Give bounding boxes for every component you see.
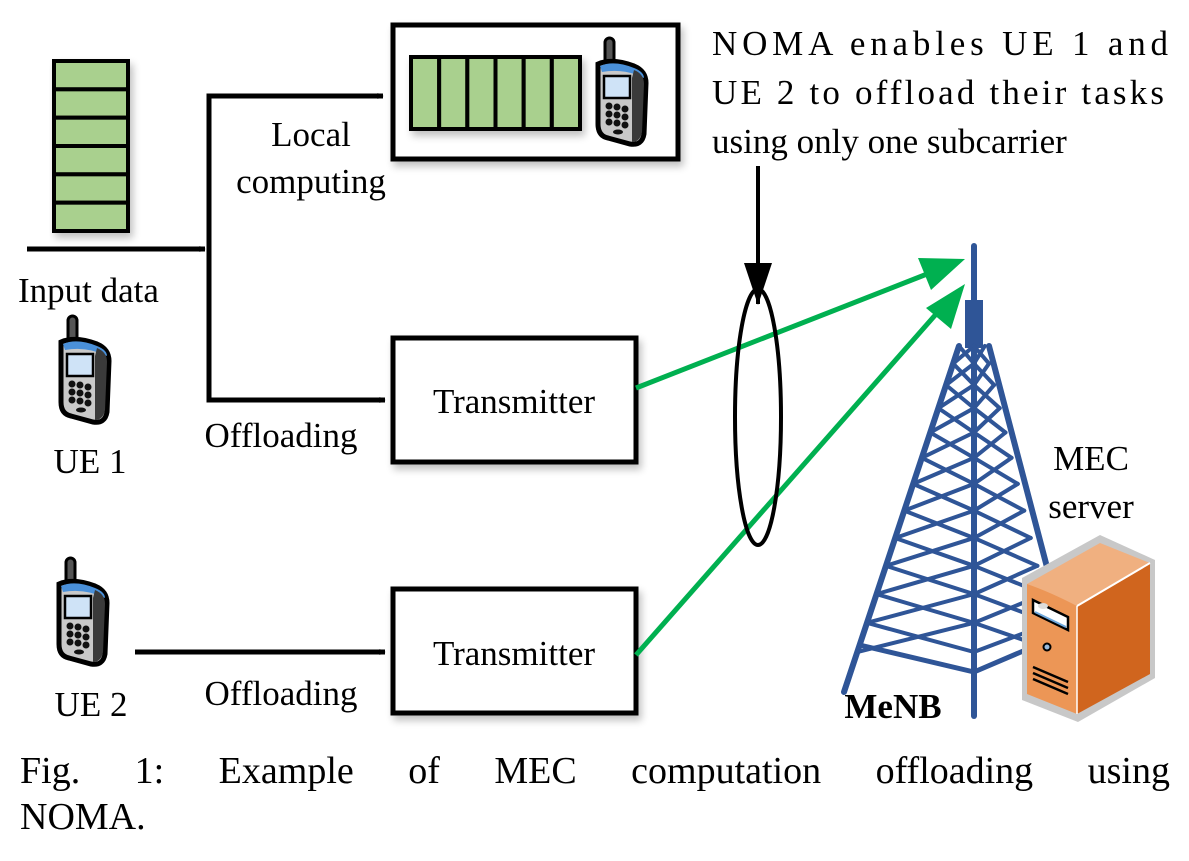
queue-block (549, 55, 582, 131)
noma-annotation-line1: NOMA enables UE 1 and (712, 24, 1169, 63)
caption-line1: Fig. 1: Example of MEC computation offlo… (20, 750, 1170, 792)
ue2-phone-icon (59, 558, 107, 664)
queue-block (493, 55, 526, 131)
queue-block (437, 55, 470, 131)
queue-block (52, 144, 130, 177)
queue-block (52, 200, 130, 234)
noma-subcarrier-ellipse (733, 287, 783, 547)
input-data-queue (52, 59, 130, 234)
noma-annotation-line2: UE 2 to offload their tasks (712, 73, 1164, 112)
tower-top-section (965, 300, 983, 348)
mec-server-icon (1022, 535, 1155, 722)
queue-block (52, 87, 130, 120)
offloading-ue2-label: Offloading (205, 674, 358, 713)
mec-server-label-line2: server (1048, 487, 1134, 526)
offloading-ue1-label: Offloading (205, 416, 358, 455)
input-data-label: Input data (18, 271, 159, 310)
local-task-queue (409, 55, 582, 131)
transmitter-1-label: Transmitter (433, 382, 595, 421)
queue-block (521, 55, 554, 131)
caption-line2: NOMA. (20, 796, 146, 838)
noma-link-ue1-arrowhead (918, 258, 965, 290)
queue-block (52, 172, 130, 205)
offloading-path-ue1 (206, 240, 386, 403)
queue-block (52, 115, 130, 148)
queue-block (52, 59, 130, 92)
ue1-label: UE 1 (54, 442, 127, 481)
noma-annotation-line3: using only one subcarrier (712, 122, 1067, 161)
ue1-phone-icon (61, 316, 109, 422)
queue-block (409, 55, 442, 131)
ue2-label: UE 2 (55, 685, 128, 724)
mec-server-label-line1: MEC (1053, 439, 1129, 478)
queue-block (465, 55, 498, 131)
menb-label: MeNB (844, 687, 941, 726)
noma-link-ue1 (635, 262, 951, 391)
figure-caption: Fig. 1: Example of MEC computation offlo… (20, 748, 1170, 840)
mec-noma-diagram: Input data Local computing UE 1 Offloadi… (18, 22, 1169, 726)
local-computing-label-line2: computing (236, 162, 386, 201)
transmitter-2-label: Transmitter (433, 634, 595, 673)
local-computing-label-line1: Local (271, 115, 351, 154)
